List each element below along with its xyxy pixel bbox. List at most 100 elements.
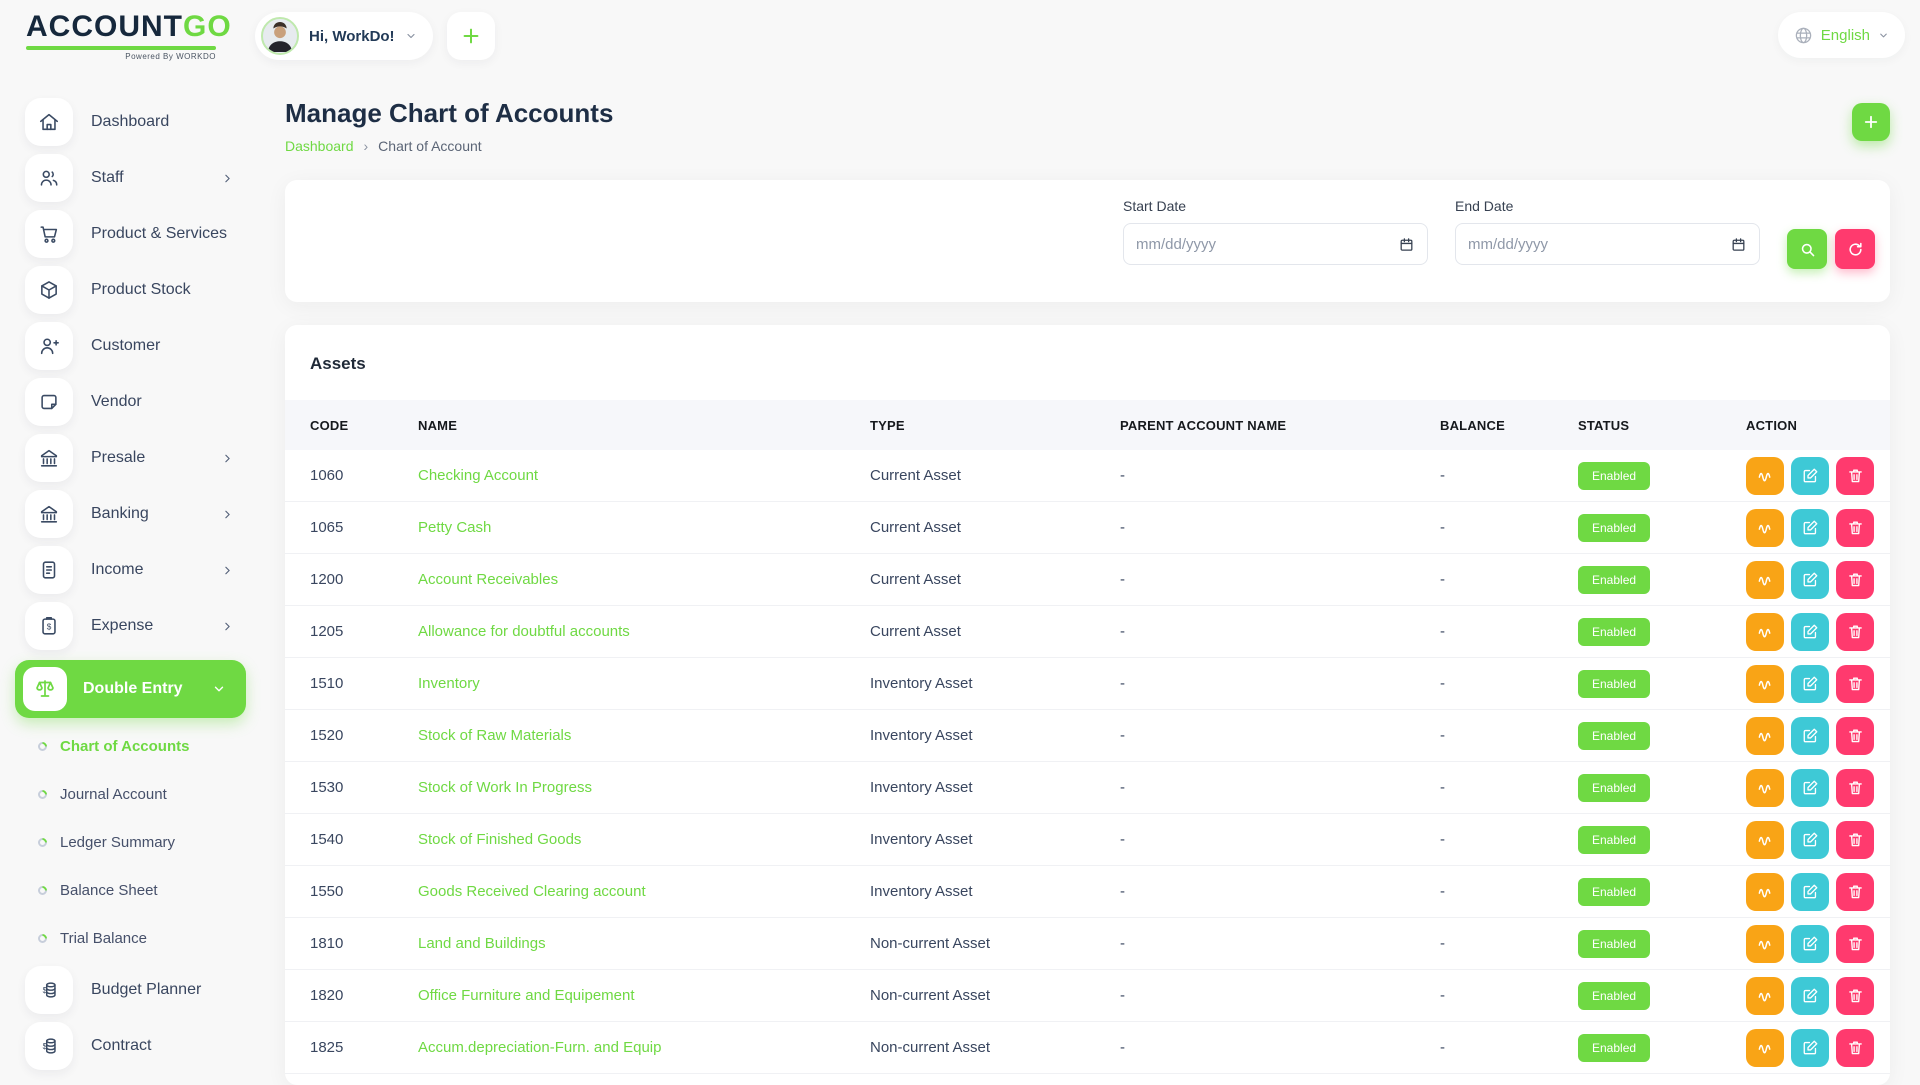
edit-button[interactable]	[1791, 457, 1829, 495]
transactions-button[interactable]	[1746, 821, 1784, 859]
sidebar-item-customer[interactable]: Customer	[0, 318, 282, 374]
status-cell: Enabled	[1578, 774, 1746, 802]
sidebar-item-product-stock[interactable]: Product Stock	[0, 262, 282, 318]
sidebar-item-expense[interactable]: $ Expense	[0, 598, 282, 654]
account-name-link[interactable]: Land and Buildings	[418, 935, 870, 952]
sidebar-item-product-services[interactable]: Product & Services	[0, 206, 282, 262]
delete-button[interactable]	[1836, 509, 1874, 547]
edit-button[interactable]	[1791, 977, 1829, 1015]
delete-button[interactable]	[1836, 665, 1874, 703]
account-name-link[interactable]: Inventory	[418, 675, 870, 692]
edit-button[interactable]	[1791, 1029, 1829, 1067]
sidebar-subitem-label: Chart of Accounts	[60, 738, 189, 755]
transactions-button[interactable]	[1746, 561, 1784, 599]
sidebar-subitem-chart-of-accounts[interactable]: Chart of Accounts	[0, 722, 282, 770]
account-name-link[interactable]: Goods Received Clearing account	[418, 883, 870, 900]
sidebar-subitem-ledger-summary[interactable]: Ledger Summary	[0, 818, 282, 866]
language-selector[interactable]: English	[1778, 12, 1905, 58]
account-balance: -	[1440, 623, 1578, 640]
delete-button[interactable]	[1836, 873, 1874, 911]
edit-button[interactable]	[1791, 613, 1829, 651]
account-name-link[interactable]: Stock of Finished Goods	[418, 831, 870, 848]
account-name-link[interactable]: Office Furniture and Equipement	[418, 987, 870, 1004]
sidebar-item-contract[interactable]: $ Contract	[0, 1018, 282, 1074]
sidebar-subitem-journal-account[interactable]: Journal Account	[0, 770, 282, 818]
edit-button[interactable]	[1791, 925, 1829, 963]
transactions-button[interactable]	[1746, 873, 1784, 911]
column-header-code: CODE	[310, 418, 418, 433]
transactions-button[interactable]	[1746, 665, 1784, 703]
account-name-link[interactable]: Stock of Raw Materials	[418, 727, 870, 744]
account-name-link[interactable]: Petty Cash	[418, 519, 870, 536]
transactions-button[interactable]	[1746, 769, 1784, 807]
account-name-link[interactable]: Stock of Work In Progress	[418, 779, 870, 796]
transactions-button[interactable]	[1746, 977, 1784, 1015]
edit-button[interactable]	[1791, 769, 1829, 807]
add-account-button[interactable]	[1852, 103, 1890, 141]
sidebar-item-income[interactable]: Income	[0, 542, 282, 598]
column-header-balance: BALANCE	[1440, 418, 1578, 433]
sidebar-item-staff[interactable]: Staff	[0, 150, 282, 206]
edit-button[interactable]	[1791, 717, 1829, 755]
sidebar-item-presale[interactable]: Presale	[0, 430, 282, 486]
transactions-button[interactable]	[1746, 717, 1784, 755]
reset-filter-button[interactable]	[1835, 229, 1875, 269]
edit-button[interactable]	[1791, 873, 1829, 911]
sidebar-subitem-balance-sheet[interactable]: Balance Sheet	[0, 866, 282, 914]
delete-button[interactable]	[1836, 613, 1874, 651]
account-code: 1205	[310, 623, 418, 640]
transactions-button[interactable]	[1746, 613, 1784, 651]
filter-panel: Start Date mm/dd/yyyy End Date mm/dd/yyy…	[285, 180, 1890, 302]
language-label: English	[1821, 27, 1870, 44]
quick-add-button[interactable]	[447, 12, 495, 60]
table-row: 1065 Petty Cash Current Asset - - Enable…	[285, 502, 1890, 554]
sidebar-item-double-entry[interactable]: Double Entry	[15, 660, 246, 718]
sidebar-subitem-label: Trial Balance	[60, 930, 147, 947]
sidebar-item-dashboard[interactable]: Dashboard	[0, 94, 282, 150]
account-name-link[interactable]: Checking Account	[418, 467, 870, 484]
edit-button[interactable]	[1791, 509, 1829, 547]
brand-logo[interactable]: ACCOUNTGO Powered By WORKDO	[0, 12, 255, 61]
calendar-icon[interactable]	[1730, 236, 1747, 253]
status-badge: Enabled	[1578, 722, 1650, 750]
main-content: Manage Chart of Accounts Dashboard › Cha…	[285, 72, 1890, 1085]
end-date-input[interactable]: mm/dd/yyyy	[1455, 223, 1760, 265]
edit-button[interactable]	[1791, 821, 1829, 859]
user-menu[interactable]: Hi, WorkDo!	[255, 12, 433, 60]
sidebar-item-banking[interactable]: Banking	[0, 486, 282, 542]
status-badge: Enabled	[1578, 878, 1650, 906]
bullet-icon	[36, 788, 49, 801]
brand-name-primary: ACCOUNT	[26, 10, 183, 43]
delete-button[interactable]	[1836, 561, 1874, 599]
parent-account-name: -	[1120, 779, 1440, 796]
transactions-button[interactable]	[1746, 457, 1784, 495]
transactions-button[interactable]	[1746, 1029, 1784, 1067]
transactions-button[interactable]	[1746, 925, 1784, 963]
account-name-link[interactable]: Account Receivables	[418, 571, 870, 588]
start-date-input[interactable]: mm/dd/yyyy	[1123, 223, 1428, 265]
start-date-label: Start Date	[1123, 198, 1428, 214]
edit-icon	[1802, 519, 1819, 536]
page-header: Manage Chart of Accounts Dashboard › Cha…	[285, 72, 1890, 180]
account-name-link[interactable]: Allowance for doubtful accounts	[418, 623, 870, 640]
edit-button[interactable]	[1791, 665, 1829, 703]
account-name-link[interactable]: Accum.depreciation-Furn. and Equip	[418, 1039, 870, 1056]
cart-icon	[25, 210, 73, 258]
apply-filter-button[interactable]	[1787, 229, 1827, 269]
delete-button[interactable]	[1836, 457, 1874, 495]
breadcrumb-dashboard-link[interactable]: Dashboard	[285, 138, 354, 154]
delete-button[interactable]	[1836, 821, 1874, 859]
calendar-icon[interactable]	[1398, 236, 1415, 253]
transactions-button[interactable]	[1746, 509, 1784, 547]
delete-button[interactable]	[1836, 925, 1874, 963]
delete-button[interactable]	[1836, 769, 1874, 807]
avatar	[261, 17, 299, 55]
delete-button[interactable]	[1836, 977, 1874, 1015]
sidebar-subitem-trial-balance[interactable]: Trial Balance	[0, 914, 282, 962]
edit-button[interactable]	[1791, 561, 1829, 599]
sidebar-item-vendor[interactable]: Vendor	[0, 374, 282, 430]
delete-button[interactable]	[1836, 717, 1874, 755]
sidebar-item-budget-planner[interactable]: $ Budget Planner	[0, 962, 282, 1018]
table-row: 1810 Land and Buildings Non-current Asse…	[285, 918, 1890, 970]
delete-button[interactable]	[1836, 1029, 1874, 1067]
